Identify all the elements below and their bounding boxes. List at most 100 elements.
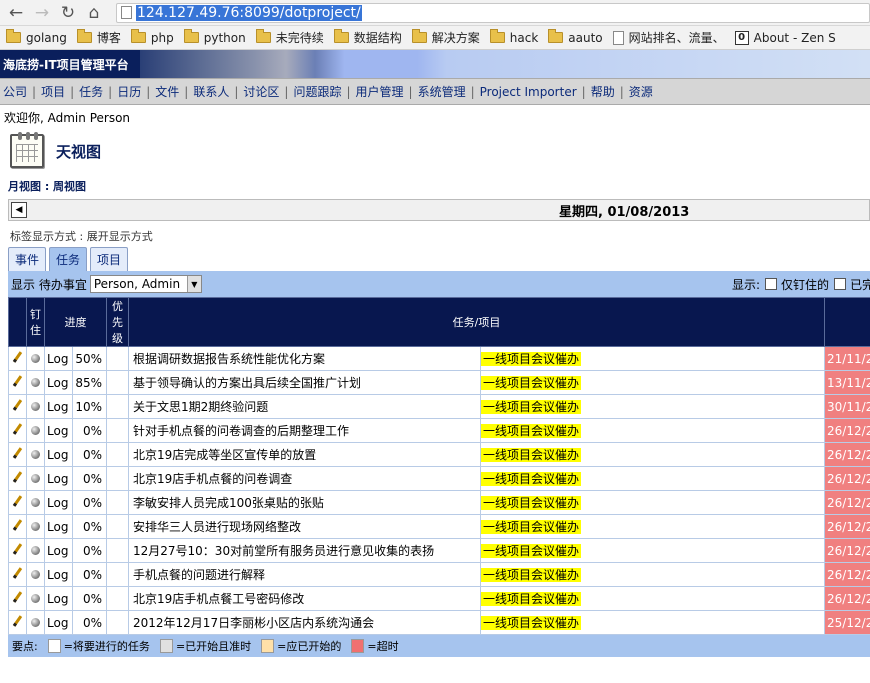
project-label[interactable]: 一线项目会议催办 <box>481 424 582 438</box>
project-label[interactable]: 一线项目会议催办 <box>481 544 582 558</box>
bookmark-item[interactable]: 0 About - Zen S <box>734 30 836 45</box>
show-done-checkbox[interactable] <box>834 278 847 290</box>
bookmark-item[interactable]: golang <box>6 29 67 45</box>
home-icon[interactable]: ⌂ <box>84 3 104 23</box>
log-link[interactable]: Log <box>44 370 73 395</box>
pin-cell[interactable] <box>26 442 45 467</box>
header-progress[interactable]: 进度 <box>44 297 107 347</box>
edit-cell[interactable] <box>8 562 27 587</box>
edit-cell[interactable] <box>8 490 27 515</box>
project-label[interactable]: 一线项目会议催办 <box>481 448 582 462</box>
pin-cell[interactable] <box>26 394 45 419</box>
edit-cell[interactable] <box>8 370 27 395</box>
pencil-icon[interactable] <box>12 399 23 411</box>
pin-dot-icon[interactable] <box>31 497 40 507</box>
edit-cell[interactable] <box>8 586 27 611</box>
project-label[interactable]: 一线项目会议催办 <box>481 616 582 630</box>
menu-item[interactable]: 项目 <box>41 83 65 100</box>
bookmark-item[interactable]: aauto <box>548 29 603 45</box>
project-label[interactable]: 一线项目会议催办 <box>481 472 582 486</box>
bookmark-item[interactable]: python <box>183 29 246 45</box>
log-link[interactable]: Log <box>44 394 73 419</box>
header-task[interactable]: 任务/项目 <box>128 297 825 347</box>
task-name-link[interactable]: 手机点餐的问题进行解释 <box>128 562 481 587</box>
project-label[interactable]: 一线项目会议催办 <box>481 376 582 390</box>
menu-item[interactable]: 联系人 <box>193 83 229 100</box>
view-switch-links[interactable]: 月视图 : 周视图 <box>0 173 870 199</box>
edit-cell[interactable] <box>8 346 27 371</box>
edit-cell[interactable] <box>8 514 27 539</box>
tab-view-mode[interactable]: 标签显示方式 : 展开显示方式 <box>0 225 870 247</box>
menu-item[interactable]: 公司 <box>3 83 27 100</box>
header-date[interactable] <box>824 297 870 347</box>
prev-day-button[interactable]: ◀ <box>11 202 27 218</box>
log-link[interactable]: Log <box>44 586 73 611</box>
forward-arrow-icon[interactable]: → <box>32 3 52 23</box>
log-link[interactable]: Log <box>44 346 73 371</box>
project-label[interactable]: 一线项目会议催办 <box>481 400 582 414</box>
task-name-link[interactable]: 针对手机点餐的问卷调查的后期整理工作 <box>128 418 481 443</box>
log-link[interactable]: Log <box>44 514 73 539</box>
pin-dot-icon[interactable] <box>31 521 40 531</box>
edit-cell[interactable] <box>8 394 27 419</box>
address-bar[interactable]: 124.127.49.76:8099/dotproject/ <box>116 2 870 23</box>
task-name-link[interactable]: 关于文思1期2期终验问题 <box>128 394 481 419</box>
pin-dot-icon[interactable] <box>31 569 40 579</box>
bookmark-item[interactable]: 博客 <box>76 29 121 46</box>
menu-item[interactable]: 日历 <box>117 83 141 100</box>
bookmark-item[interactable]: 未完待续 <box>255 29 324 46</box>
project-label[interactable]: 一线项目会议催办 <box>481 496 582 510</box>
pin-cell[interactable] <box>26 346 45 371</box>
bookmark-item[interactable]: php <box>130 29 174 45</box>
log-link[interactable]: Log <box>44 562 73 587</box>
tab-0[interactable]: 事件 <box>8 247 47 271</box>
menu-item[interactable]: 讨论区 <box>243 83 279 100</box>
pin-cell[interactable] <box>26 370 45 395</box>
bookmark-item[interactable]: hack <box>489 29 538 45</box>
log-link[interactable]: Log <box>44 490 73 515</box>
tab-2[interactable]: 项目 <box>90 247 129 271</box>
edit-cell[interactable] <box>8 538 27 563</box>
pin-cell[interactable] <box>26 514 45 539</box>
back-arrow-icon[interactable]: ← <box>6 3 26 23</box>
edit-cell[interactable] <box>8 610 27 635</box>
pencil-icon[interactable] <box>12 351 23 363</box>
menu-item[interactable]: 文件 <box>155 83 179 100</box>
menu-item[interactable]: 任务 <box>79 83 103 100</box>
pencil-icon[interactable] <box>12 543 23 555</box>
pin-dot-icon[interactable] <box>31 473 40 483</box>
task-name-link[interactable]: 李敏安排人员完成100张桌贴的张贴 <box>128 490 481 515</box>
bookmark-item[interactable]: 数据结构 <box>333 29 402 46</box>
project-label[interactable]: 一线项目会议催办 <box>481 592 582 606</box>
task-name-link[interactable]: 2012年12月17日李丽彬小区店内系统沟通会 <box>128 610 481 635</box>
pin-cell[interactable] <box>26 418 45 443</box>
pin-dot-icon[interactable] <box>31 593 40 603</box>
pencil-icon[interactable] <box>12 447 23 459</box>
task-name-link[interactable]: 安排华三人员进行现场网络整改 <box>128 514 481 539</box>
pin-dot-icon[interactable] <box>31 401 40 411</box>
log-link[interactable]: Log <box>44 466 73 491</box>
menu-item[interactable]: 资源 <box>629 83 653 100</box>
task-name-link[interactable]: 基于领导确认的方案出具后续全国推广计划 <box>128 370 481 395</box>
pin-cell[interactable] <box>26 610 45 635</box>
header-pin[interactable]: 钉住 <box>26 297 45 347</box>
log-link[interactable]: Log <box>44 418 73 443</box>
edit-cell[interactable] <box>8 442 27 467</box>
pin-dot-icon[interactable] <box>31 617 40 627</box>
task-name-link[interactable]: 根据调研数据报告系统性能优化方案 <box>128 346 481 371</box>
task-name-link[interactable]: 北京19店手机点餐工号密码修改 <box>128 586 481 611</box>
pin-dot-icon[interactable] <box>31 449 40 459</box>
pencil-icon[interactable] <box>12 591 23 603</box>
user-select[interactable]: Person, Admin ▼ <box>89 275 202 293</box>
project-label[interactable]: 一线项目会议催办 <box>481 352 582 366</box>
pin-dot-icon[interactable] <box>31 425 40 435</box>
menu-item[interactable]: 帮助 <box>591 83 615 100</box>
edit-cell[interactable] <box>8 418 27 443</box>
pencil-icon[interactable] <box>12 615 23 627</box>
reload-icon[interactable]: ↻ <box>58 3 78 23</box>
header-priority[interactable]: 优先级 <box>106 297 129 347</box>
bookmark-item[interactable]: 网站排名、流量、 <box>612 29 725 46</box>
log-link[interactable]: Log <box>44 610 73 635</box>
project-label[interactable]: 一线项目会议催办 <box>481 568 582 582</box>
pencil-icon[interactable] <box>12 519 23 531</box>
